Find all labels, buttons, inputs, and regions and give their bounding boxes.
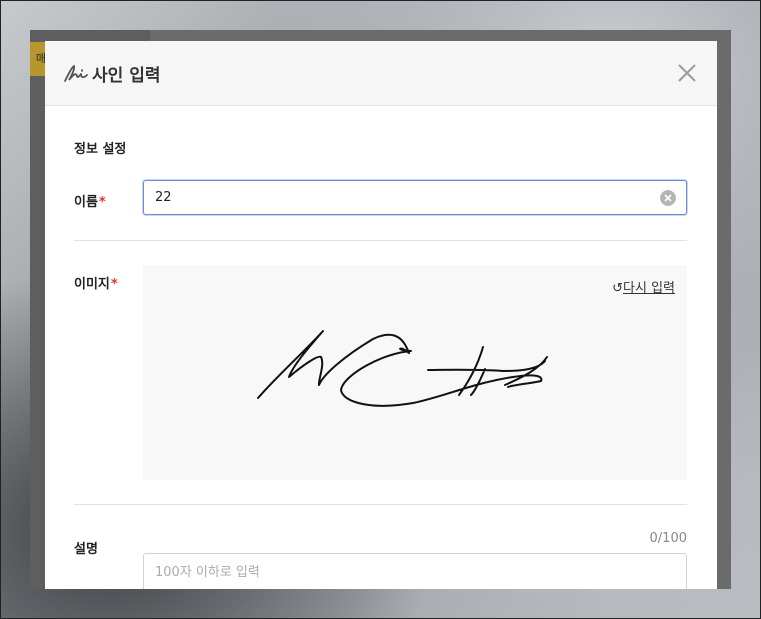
divider bbox=[74, 240, 687, 241]
name-input[interactable] bbox=[155, 181, 655, 214]
name-label-text: 이름 bbox=[74, 195, 98, 210]
modal-title: 사인 입력 bbox=[92, 66, 161, 86]
sign-icon bbox=[64, 64, 88, 82]
signature-stroke bbox=[257, 330, 548, 407]
section-title: 정보 설정 bbox=[74, 142, 127, 157]
modal-header: 사인 입력 bbox=[45, 41, 717, 106]
name-field[interactable] bbox=[143, 180, 687, 215]
name-label: 이름* bbox=[74, 191, 106, 210]
divider bbox=[74, 504, 687, 505]
image-label-text: 이미지 bbox=[74, 277, 110, 292]
clear-icon[interactable] bbox=[660, 190, 676, 206]
required-mark: * bbox=[98, 195, 106, 210]
signature-canvas[interactable]: ↺다시 입력 bbox=[143, 265, 687, 480]
image-label: 이미지* bbox=[74, 273, 118, 292]
description-label: 설명 bbox=[74, 542, 98, 557]
sign-input-modal: 사인 입력 정보 설정 이름* 이미지* ↺다시 입력 설명 0/100 bbox=[45, 41, 717, 589]
required-mark: * bbox=[110, 277, 118, 292]
char-counter: 0/100 bbox=[649, 531, 687, 546]
description-input[interactable] bbox=[155, 554, 655, 589]
description-field[interactable] bbox=[143, 553, 687, 589]
close-icon[interactable] bbox=[675, 61, 699, 85]
